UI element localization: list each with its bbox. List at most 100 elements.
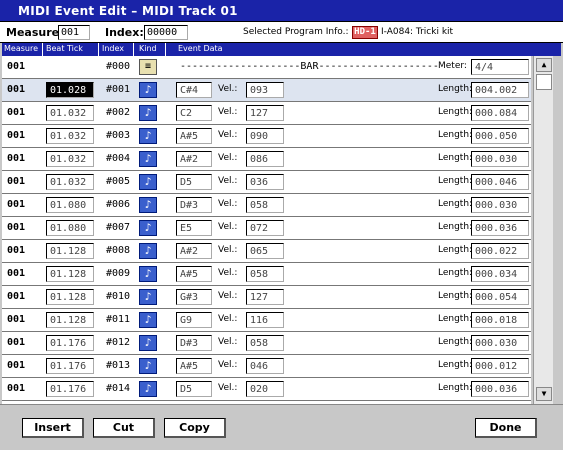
- velocity-field[interactable]: 058: [246, 266, 284, 282]
- beat-tick-field[interactable]: 01.128: [46, 289, 94, 305]
- note-field[interactable]: D5: [176, 174, 212, 190]
- note-icon[interactable]: ♪: [139, 220, 157, 236]
- bar-row[interactable]: 001 #000 ≡ --------------------BAR------…: [2, 56, 531, 79]
- note-icon[interactable]: ♪: [139, 381, 157, 397]
- velocity-field[interactable]: 058: [246, 197, 284, 213]
- beat-tick-field[interactable]: 01.032: [46, 174, 94, 190]
- length-field[interactable]: 000.022: [471, 243, 529, 259]
- length-field[interactable]: 000.036: [471, 381, 529, 397]
- velocity-field[interactable]: 090: [246, 128, 284, 144]
- beat-tick-field[interactable]: 01.128: [46, 312, 94, 328]
- length-field[interactable]: 000.054: [471, 289, 529, 305]
- note-field[interactable]: A#5: [176, 266, 212, 282]
- index-field[interactable]: 00000: [144, 25, 188, 40]
- velocity-field[interactable]: 116: [246, 312, 284, 328]
- copy-button[interactable]: Copy: [164, 418, 226, 438]
- velocity-field[interactable]: 086: [246, 151, 284, 167]
- note-icon[interactable]: ♪: [139, 335, 157, 351]
- row-index: #013: [106, 360, 131, 371]
- table-row[interactable]: 001 01.176 #013 ♪ A#5 Vel.: 046 Length: 000.012: [2, 355, 531, 378]
- table-row[interactable]: 001 01.128 #009 ♪ A#5 Vel.: 058 Length: 000.034: [2, 263, 531, 286]
- row-index: #010: [106, 291, 131, 302]
- length-field[interactable]: 000.036: [471, 220, 529, 236]
- note-icon[interactable]: ♪: [139, 289, 157, 305]
- table-row[interactable]: 001 01.128 #010 ♪ G#3 Vel.: 127 Length: 000.054: [2, 286, 531, 309]
- table-row[interactable]: 001 01.080 #007 ♪ E5 Vel.: 072 Length: 000.036: [2, 217, 531, 240]
- length-field[interactable]: 000.012: [471, 358, 529, 374]
- table-row[interactable]: 001 01.032 #005 ♪ D5 Vel.: 036 Length: 000.046: [2, 171, 531, 194]
- beat-tick-field[interactable]: 01.128: [46, 243, 94, 259]
- length-field[interactable]: 000.030: [471, 197, 529, 213]
- length-field[interactable]: 000.050: [471, 128, 529, 144]
- velocity-field[interactable]: 046: [246, 358, 284, 374]
- table-row[interactable]: 001 01.080 #006 ♪ D#3 Vel.: 058 Length: 000.030: [2, 194, 531, 217]
- note-field[interactable]: D#3: [176, 197, 212, 213]
- scroll-up-icon[interactable]: ▲: [536, 58, 552, 72]
- note-icon[interactable]: ♪: [139, 82, 157, 98]
- length-field[interactable]: 004.002: [471, 82, 529, 98]
- scroll-thumb[interactable]: [536, 74, 552, 90]
- measure-field[interactable]: 001: [58, 25, 90, 40]
- note-icon[interactable]: ♪: [139, 105, 157, 121]
- length-field[interactable]: 000.084: [471, 105, 529, 121]
- row-index: #014: [106, 383, 131, 394]
- velocity-field[interactable]: 020: [246, 381, 284, 397]
- table-row[interactable]: 001 01.032 #002 ♪ C2 Vel.: 127 Length: 000.084: [2, 102, 531, 125]
- velocity-field[interactable]: 072: [246, 220, 284, 236]
- beat-tick-field[interactable]: 01.128: [46, 266, 94, 282]
- note-field[interactable]: G#3: [176, 289, 212, 305]
- note-field[interactable]: A#2: [176, 243, 212, 259]
- done-button[interactable]: Done: [475, 418, 537, 438]
- note-icon[interactable]: ♪: [139, 151, 157, 167]
- velocity-field[interactable]: 058: [246, 335, 284, 351]
- cut-button[interactable]: Cut: [93, 418, 155, 438]
- note-field[interactable]: A#2: [176, 151, 212, 167]
- table-row[interactable]: 001 01.028 #001 ♪ C#4 Vel.: 093 Length: 004.002: [2, 79, 531, 102]
- note-field[interactable]: E5: [176, 220, 212, 236]
- note-field[interactable]: C2: [176, 105, 212, 121]
- note-field[interactable]: G9: [176, 312, 212, 328]
- table-row[interactable]: 001 01.176 #014 ♪ D5 Vel.: 020 Length: 000.036: [2, 378, 531, 401]
- vertical-scrollbar[interactable]: ▲ ▼: [533, 56, 553, 404]
- length-field[interactable]: 000.018: [471, 312, 529, 328]
- table-row[interactable]: 001 01.032 #003 ♪ A#5 Vel.: 090 Length: 000.050: [2, 125, 531, 148]
- insert-button[interactable]: Insert: [22, 418, 84, 438]
- beat-tick-field[interactable]: 01.032: [46, 128, 94, 144]
- beat-tick-field[interactable]: 01.080: [46, 220, 94, 236]
- beat-tick-field[interactable]: 01.176: [46, 358, 94, 374]
- bar-icon[interactable]: ≡: [139, 59, 157, 75]
- length-field[interactable]: 000.034: [471, 266, 529, 282]
- note-field[interactable]: D5: [176, 381, 212, 397]
- note-icon[interactable]: ♪: [139, 358, 157, 374]
- scroll-down-icon[interactable]: ▼: [536, 387, 552, 401]
- note-icon[interactable]: ♪: [139, 312, 157, 328]
- velocity-field[interactable]: 127: [246, 105, 284, 121]
- note-field[interactable]: C#4: [176, 82, 212, 98]
- velocity-field[interactable]: 127: [246, 289, 284, 305]
- length-field[interactable]: 000.030: [471, 151, 529, 167]
- note-icon[interactable]: ♪: [139, 243, 157, 259]
- beat-tick-field[interactable]: 01.176: [46, 381, 94, 397]
- table-row[interactable]: 001 01.176 #012 ♪ D#3 Vel.: 058 Length: 000.030: [2, 332, 531, 355]
- beat-tick-field[interactable]: 01.032: [46, 151, 94, 167]
- meter-field[interactable]: 4/4: [471, 59, 529, 75]
- note-icon[interactable]: ♪: [139, 128, 157, 144]
- velocity-field[interactable]: 065: [246, 243, 284, 259]
- beat-tick-field[interactable]: 01.032: [46, 105, 94, 121]
- beat-tick-field[interactable]: 01.080: [46, 197, 94, 213]
- velocity-field[interactable]: 036: [246, 174, 284, 190]
- note-icon[interactable]: ♪: [139, 197, 157, 213]
- length-field[interactable]: 000.046: [471, 174, 529, 190]
- length-field[interactable]: 000.030: [471, 335, 529, 351]
- note-field[interactable]: A#5: [176, 358, 212, 374]
- note-icon[interactable]: ♪: [139, 266, 157, 282]
- note-field[interactable]: A#5: [176, 128, 212, 144]
- table-row[interactable]: 001 01.032 #004 ♪ A#2 Vel.: 086 Length: 000.030: [2, 148, 531, 171]
- table-row[interactable]: 001 01.128 #008 ♪ A#2 Vel.: 065 Length: 000.022: [2, 240, 531, 263]
- velocity-field[interactable]: 093: [246, 82, 284, 98]
- table-row[interactable]: 001 01.128 #011 ♪ G9 Vel.: 116 Length: 000.018: [2, 309, 531, 332]
- beat-tick-field[interactable]: 01.176: [46, 335, 94, 351]
- note-field[interactable]: D#3: [176, 335, 212, 351]
- note-icon[interactable]: ♪: [139, 174, 157, 190]
- beat-tick-field[interactable]: 01.028: [46, 82, 94, 98]
